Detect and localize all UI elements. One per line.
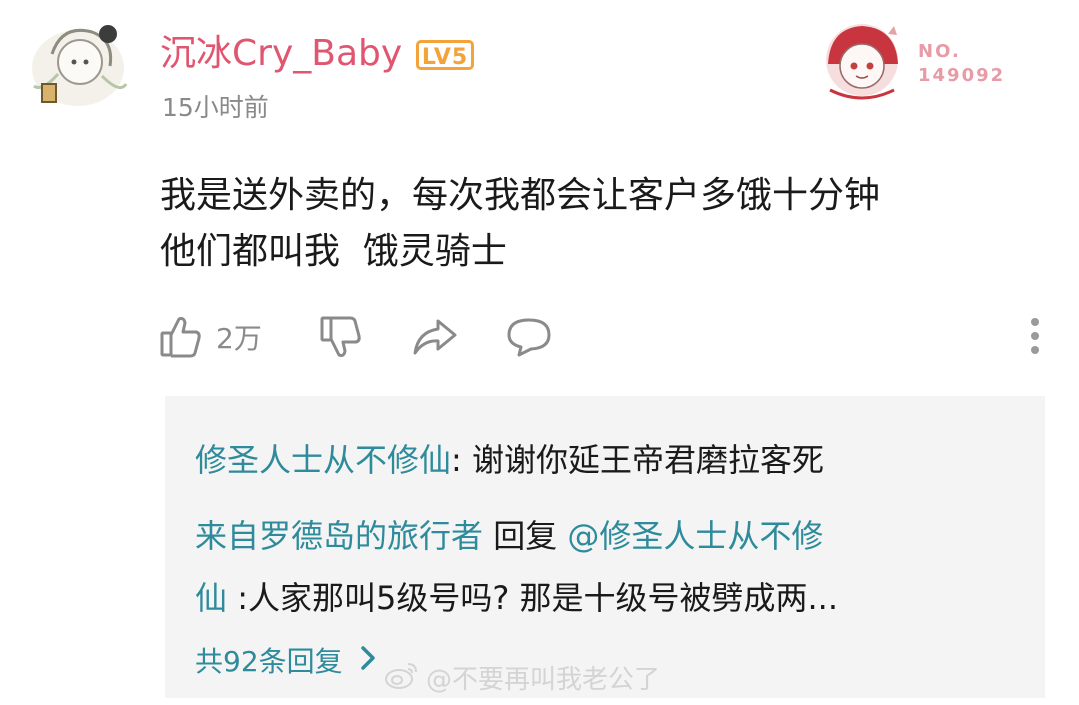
comment-body: 我是送外卖的，每次我都会让客户多饿十分钟 他们都叫我 饿灵骑士 [160,168,1040,280]
watermark-text: @不要再叫我老公了 [426,665,661,695]
weibo-icon [384,660,420,700]
replies-panel: 修圣人士从不修仙: 谢谢你延王帝君磨拉客死 来自罗德岛的旅行者 回复 @修圣人士… [165,396,1045,698]
reply-connector: 回复 [483,517,568,555]
action-bar: 2万 [160,312,1040,362]
reply-mention[interactable]: 仙 [195,579,227,617]
share-button[interactable] [412,312,458,362]
reply-text: :人家那叫5级号吗? 那是十级号被劈成两... [227,579,839,617]
reply-author[interactable]: 修圣人士从不修仙 [195,441,451,479]
watermark: @不要再叫我老公了 [384,660,660,700]
reply-mention[interactable]: @修圣人士从不修 [567,517,823,555]
reply-item-continuation[interactable]: 仙 :人家那叫5级号吗? 那是十级号被劈成两... [195,574,838,622]
view-all-replies-link[interactable]: 共92条回复 [195,642,377,682]
like-button[interactable]: 2万 [160,312,262,362]
fan-number-value: 149092 [918,65,1006,86]
thumbs-up-icon [160,315,202,359]
comment-button[interactable] [506,312,552,362]
reply-text: : 谢谢你延王帝君磨拉客死 [451,441,824,479]
comment-line: 他们都叫我 饿灵骑士 [160,231,507,272]
like-count: 2万 [216,322,262,355]
fan-number: NO. 149092 [918,40,1005,88]
username[interactable]: 沉冰Cry_Baby [160,30,402,78]
chevron-right-icon [359,642,377,682]
comment-card: 沉冰Cry_Baby LV5 15小时前 NO. 149092 我是送外卖的，每… [0,0,1079,705]
more-vertical-icon[interactable] [1030,316,1040,360]
dislike-button[interactable] [320,312,362,362]
avatar[interactable] [22,14,134,110]
fan-label: NO. [918,41,961,62]
reply-item[interactable]: 来自罗德岛的旅行者 回复 @修圣人士从不修 [195,512,823,560]
thumbs-down-icon [320,315,362,359]
timestamp: 15小时前 [162,93,269,122]
level-badge: LV5 [416,40,474,70]
reply-item[interactable]: 修圣人士从不修仙: 谢谢你延王帝君磨拉客死 [195,436,824,484]
more-replies-label: 共92条回复 [195,645,343,678]
share-icon [412,317,458,357]
comment-icon [506,317,552,357]
comment-line: 我是送外卖的，每次我都会让客户多饿十分钟 [160,175,881,216]
reply-author[interactable]: 来自罗德岛的旅行者 [195,517,483,555]
fan-badge-icon [812,14,912,104]
